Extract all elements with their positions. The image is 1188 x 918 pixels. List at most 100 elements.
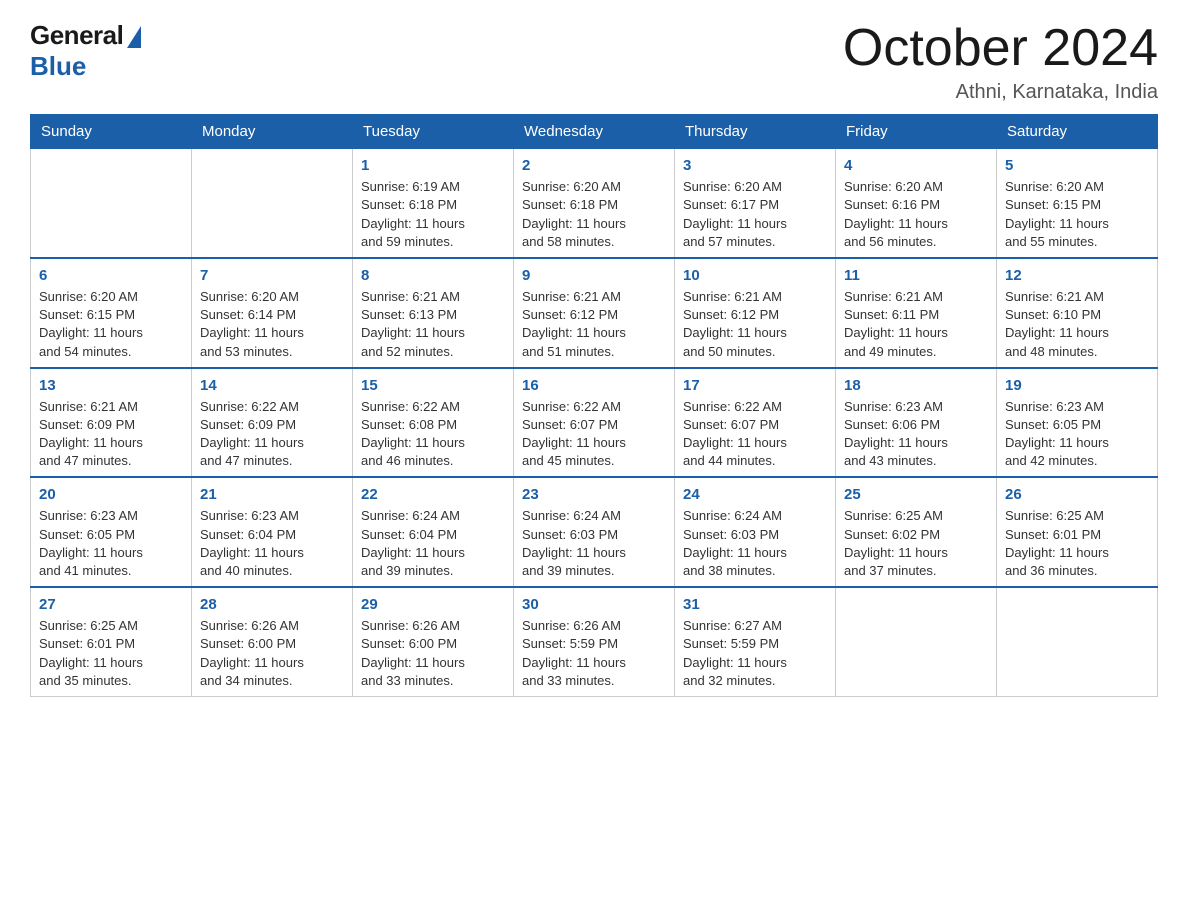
- day-info-line: Daylight: 11 hours: [1005, 325, 1109, 340]
- day-info-line: and 43 minutes.: [844, 453, 937, 468]
- day-info-line: Sunrise: 6:21 AM: [522, 289, 621, 304]
- day-number: 25: [844, 484, 988, 505]
- day-info-line: and 53 minutes.: [200, 344, 293, 359]
- day-number: 4: [844, 155, 988, 176]
- day-info-line: and 49 minutes.: [844, 344, 937, 359]
- col-header-friday: Friday: [836, 115, 997, 149]
- calendar-cell: 8Sunrise: 6:21 AMSunset: 6:13 PMDaylight…: [353, 258, 514, 368]
- day-number: 24: [683, 484, 827, 505]
- calendar-cell: 17Sunrise: 6:22 AMSunset: 6:07 PMDayligh…: [675, 368, 836, 478]
- day-info-line: Sunset: 6:01 PM: [39, 636, 135, 651]
- col-header-tuesday: Tuesday: [353, 115, 514, 149]
- calendar-cell: 20Sunrise: 6:23 AMSunset: 6:05 PMDayligh…: [31, 477, 192, 587]
- page-header: General Blue October 2024 Athni, Karnata…: [30, 20, 1158, 104]
- day-info-line: and 57 minutes.: [683, 234, 776, 249]
- calendar-week-row: 27Sunrise: 6:25 AMSunset: 6:01 PMDayligh…: [31, 587, 1158, 696]
- day-info-line: Sunrise: 6:20 AM: [39, 289, 138, 304]
- day-number: 5: [1005, 155, 1149, 176]
- day-number: 23: [522, 484, 666, 505]
- day-info-line: Sunrise: 6:22 AM: [683, 399, 782, 414]
- day-number: 3: [683, 155, 827, 176]
- day-info-line: Sunrise: 6:25 AM: [1005, 508, 1104, 523]
- calendar-cell: 6Sunrise: 6:20 AMSunset: 6:15 PMDaylight…: [31, 258, 192, 368]
- day-info-line: and 56 minutes.: [844, 234, 937, 249]
- calendar-table: SundayMondayTuesdayWednesdayThursdayFrid…: [30, 114, 1158, 697]
- day-number: 7: [200, 265, 344, 286]
- day-info-line: Sunrise: 6:19 AM: [361, 179, 460, 194]
- calendar-cell: [192, 149, 353, 258]
- calendar-cell: 12Sunrise: 6:21 AMSunset: 6:10 PMDayligh…: [997, 258, 1158, 368]
- day-info-line: and 38 minutes.: [683, 563, 776, 578]
- calendar-cell: 21Sunrise: 6:23 AMSunset: 6:04 PMDayligh…: [192, 477, 353, 587]
- day-info-line: and 52 minutes.: [361, 344, 454, 359]
- day-info-line: Sunset: 6:05 PM: [1005, 417, 1101, 432]
- day-info-line: Sunset: 6:04 PM: [200, 527, 296, 542]
- day-number: 14: [200, 375, 344, 396]
- logo-blue-text: Blue: [30, 51, 86, 82]
- day-info-line: Sunset: 6:12 PM: [522, 307, 618, 322]
- day-info-line: and 51 minutes.: [522, 344, 615, 359]
- day-info-line: Sunset: 6:11 PM: [844, 307, 939, 322]
- day-info-line: Sunset: 6:18 PM: [522, 197, 618, 212]
- calendar-cell: 16Sunrise: 6:22 AMSunset: 6:07 PMDayligh…: [514, 368, 675, 478]
- title-area: October 2024 Athni, Karnataka, India: [843, 20, 1158, 104]
- day-info-line: Sunrise: 6:24 AM: [522, 508, 621, 523]
- day-info-line: Daylight: 11 hours: [200, 655, 304, 670]
- calendar-cell: [836, 587, 997, 696]
- day-info-line: Daylight: 11 hours: [844, 545, 948, 560]
- day-info-line: and 39 minutes.: [522, 563, 615, 578]
- day-info-line: Sunset: 6:16 PM: [844, 197, 940, 212]
- calendar-week-row: 1Sunrise: 6:19 AMSunset: 6:18 PMDaylight…: [31, 149, 1158, 258]
- day-info-line: Daylight: 11 hours: [844, 325, 948, 340]
- day-info-line: Daylight: 11 hours: [200, 325, 304, 340]
- day-info-line: and 41 minutes.: [39, 563, 132, 578]
- day-info-line: Daylight: 11 hours: [522, 545, 626, 560]
- day-info-line: and 36 minutes.: [1005, 563, 1098, 578]
- day-info-line: and 59 minutes.: [361, 234, 454, 249]
- day-info-line: Daylight: 11 hours: [39, 435, 143, 450]
- day-info-line: Sunset: 6:07 PM: [683, 417, 779, 432]
- day-number: 9: [522, 265, 666, 286]
- day-info-line: Daylight: 11 hours: [1005, 545, 1109, 560]
- day-info-line: Sunset: 5:59 PM: [522, 636, 618, 651]
- day-info-line: Daylight: 11 hours: [361, 435, 465, 450]
- logo-triangle-icon: [127, 26, 141, 48]
- day-info-line: Sunrise: 6:21 AM: [844, 289, 943, 304]
- day-info-line: Daylight: 11 hours: [522, 325, 626, 340]
- day-info-line: Sunset: 6:08 PM: [361, 417, 457, 432]
- day-info-line: Sunset: 6:17 PM: [683, 197, 779, 212]
- day-info-line: Daylight: 11 hours: [1005, 216, 1109, 231]
- col-header-sunday: Sunday: [31, 115, 192, 149]
- day-info-line: Sunrise: 6:21 AM: [361, 289, 460, 304]
- calendar-cell: [997, 587, 1158, 696]
- day-info-line: Daylight: 11 hours: [844, 216, 948, 231]
- day-info-line: Sunrise: 6:22 AM: [361, 399, 460, 414]
- day-number: 6: [39, 265, 183, 286]
- day-info-line: Sunset: 6:06 PM: [844, 417, 940, 432]
- day-info-line: Sunset: 6:14 PM: [200, 307, 296, 322]
- day-info-line: Daylight: 11 hours: [683, 655, 787, 670]
- calendar-cell: 19Sunrise: 6:23 AMSunset: 6:05 PMDayligh…: [997, 368, 1158, 478]
- calendar-cell: 7Sunrise: 6:20 AMSunset: 6:14 PMDaylight…: [192, 258, 353, 368]
- day-info-line: and 54 minutes.: [39, 344, 132, 359]
- day-number: 15: [361, 375, 505, 396]
- day-info-line: Sunrise: 6:23 AM: [200, 508, 299, 523]
- day-info-line: Sunset: 6:03 PM: [683, 527, 779, 542]
- day-info-line: Daylight: 11 hours: [361, 655, 465, 670]
- calendar-cell: 18Sunrise: 6:23 AMSunset: 6:06 PMDayligh…: [836, 368, 997, 478]
- col-header-monday: Monday: [192, 115, 353, 149]
- col-header-saturday: Saturday: [997, 115, 1158, 149]
- day-number: 27: [39, 594, 183, 615]
- day-number: 13: [39, 375, 183, 396]
- day-info-line: Sunset: 6:18 PM: [361, 197, 457, 212]
- calendar-week-row: 6Sunrise: 6:20 AMSunset: 6:15 PMDaylight…: [31, 258, 1158, 368]
- month-title: October 2024: [843, 20, 1158, 77]
- day-info-line: Sunrise: 6:26 AM: [200, 618, 299, 633]
- day-info-line: Sunset: 6:03 PM: [522, 527, 618, 542]
- day-info-line: and 33 minutes.: [361, 673, 454, 688]
- day-number: 11: [844, 265, 988, 286]
- day-info-line: and 37 minutes.: [844, 563, 937, 578]
- day-info-line: Daylight: 11 hours: [39, 655, 143, 670]
- day-info-line: Daylight: 11 hours: [39, 325, 143, 340]
- day-info-line: Sunrise: 6:27 AM: [683, 618, 782, 633]
